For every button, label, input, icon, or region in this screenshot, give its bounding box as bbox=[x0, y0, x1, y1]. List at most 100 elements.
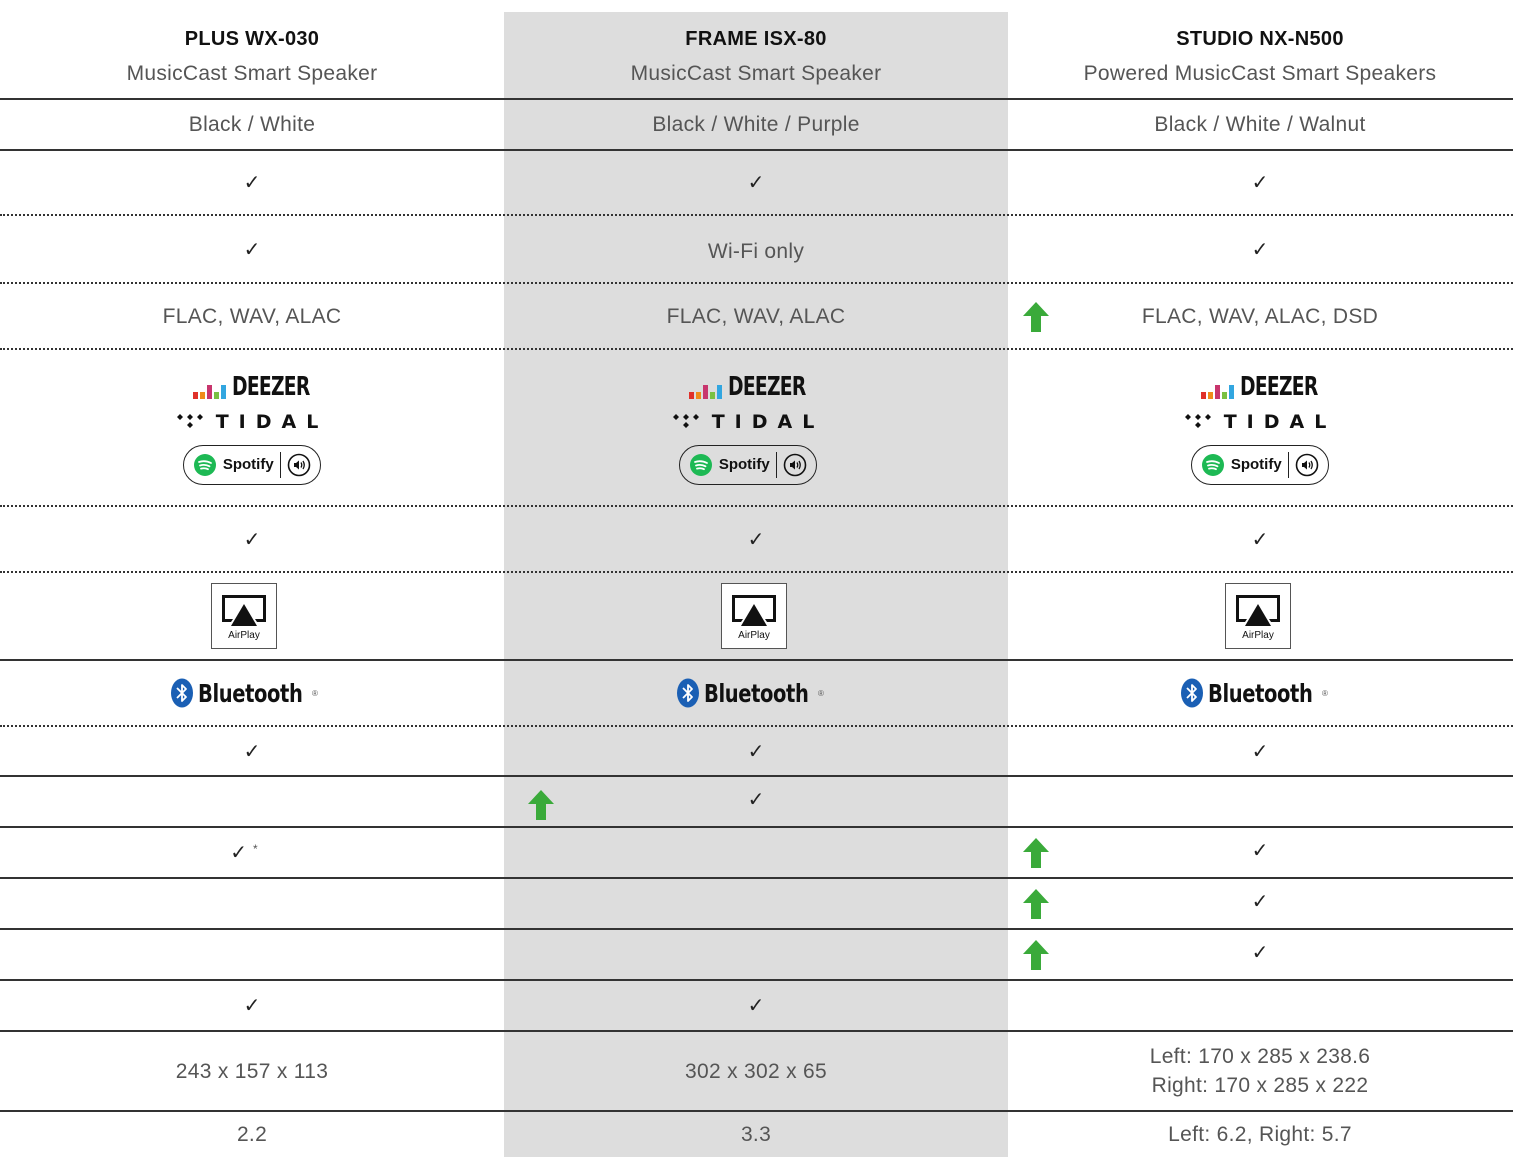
bt-check-cell: ✓ bbox=[0, 727, 504, 775]
tidal-wordmark: TIDAL bbox=[711, 410, 825, 433]
wifi-cell: ✓ bbox=[0, 216, 504, 282]
checkmark-icon: ✓ bbox=[1251, 740, 1269, 763]
bluetooth-logo: Bluetooth ® bbox=[676, 678, 824, 708]
weight-cell: 3.3 bbox=[504, 1112, 1008, 1157]
speaker-icon bbox=[783, 453, 807, 476]
tidal-wordmark: TIDAL bbox=[1223, 410, 1337, 433]
airplay-label: AirPlay bbox=[1242, 629, 1274, 641]
airplay-icon bbox=[1236, 594, 1280, 626]
spotify-wordmark: Spotify bbox=[718, 456, 770, 473]
model-subtitle: MusicCast Smart Speaker bbox=[630, 62, 882, 85]
deezer-bars-icon bbox=[688, 384, 722, 399]
formats-cell: FLAC, WAV, ALAC, DSD bbox=[1008, 284, 1512, 348]
badge-divider bbox=[775, 451, 778, 478]
airplay-label: AirPlay bbox=[228, 629, 260, 641]
checkmark-icon: ✓ bbox=[747, 995, 765, 1017]
bluetooth-wordmark: Bluetooth bbox=[1208, 678, 1313, 708]
network-cell: ✓ bbox=[1008, 151, 1512, 214]
tidal-logo: TIDAL bbox=[1184, 411, 1337, 433]
colors-value: Black / White / Purple bbox=[652, 113, 860, 136]
weight-cell: 2.2 bbox=[0, 1112, 504, 1157]
spotify-connect-badge: Spotify bbox=[1191, 444, 1329, 485]
tidal-diamond-icon bbox=[672, 413, 699, 428]
weight-value: 2.2 bbox=[236, 1123, 268, 1146]
dimensions-cell: 302 x 302 x 65 bbox=[504, 1032, 1008, 1110]
checkmark-icon: ✓ bbox=[747, 172, 765, 194]
model-subtitle: Powered MusicCast Smart Speakers bbox=[1083, 62, 1437, 85]
checkmark-icon: ✓ bbox=[243, 740, 261, 763]
bluetooth-wordmark: Bluetooth bbox=[198, 678, 303, 708]
deezer-wordmark: DEEZER bbox=[727, 371, 806, 402]
streaming-logos-cell: DEEZER TIDAL Spotify bbox=[1008, 350, 1512, 505]
streaming-logos-cell: DEEZER TIDAL Spotify bbox=[496, 350, 1000, 505]
model-subtitle: MusicCast Smart Speaker bbox=[126, 62, 378, 85]
deezer-wordmark: DEEZER bbox=[1239, 371, 1318, 402]
deezer-wordmark: DEEZER bbox=[231, 371, 310, 402]
deezer-bars-icon bbox=[1200, 384, 1234, 399]
airplay-cell: AirPlay bbox=[0, 573, 496, 659]
dimensions-cell: Left: 170 x 285 x 238.6 Right: 170 x 285… bbox=[1008, 1032, 1512, 1110]
tidal-wordmark: TIDAL bbox=[215, 410, 329, 433]
checkmark-icon: ✓ bbox=[1251, 172, 1269, 194]
airplay-logo: AirPlay bbox=[1225, 583, 1291, 649]
bluetooth-wordmark: Bluetooth bbox=[704, 678, 809, 708]
footnote-asterisk: * bbox=[253, 841, 258, 856]
product-header: FRAME ISX-80 MusicCast Smart Speaker bbox=[504, 18, 1008, 98]
deezer-logo: DEEZER bbox=[1200, 371, 1320, 402]
formats-value: FLAC, WAV, ALAC, DSD bbox=[1141, 304, 1379, 328]
spotify-connect-badge: Spotify bbox=[183, 444, 321, 485]
bluetooth-cell: Bluetooth ® bbox=[1002, 661, 1506, 725]
dimensions-value: 302 x 302 x 65 bbox=[685, 1059, 827, 1083]
speaker-icon bbox=[1295, 453, 1319, 476]
feature-cell: ✓ bbox=[504, 981, 1008, 1030]
colors-value: Black / White / Walnut bbox=[1154, 113, 1366, 136]
spotify-icon bbox=[689, 453, 712, 476]
colors-cell: Black / White / Walnut bbox=[1008, 100, 1512, 149]
checkmark-icon: ✓ bbox=[1251, 891, 1269, 913]
airplay-icon bbox=[222, 594, 266, 626]
bluetooth-icon bbox=[1181, 678, 1204, 708]
airplay-cell: AirPlay bbox=[502, 573, 1006, 659]
weight-cell: Left: 6.2, Right: 5.7 bbox=[1008, 1112, 1512, 1157]
spotify-icon bbox=[1201, 453, 1224, 476]
checkmark-icon: ✓ bbox=[243, 172, 261, 194]
tidal-diamond-icon bbox=[176, 413, 203, 428]
feature-cell bbox=[1008, 777, 1512, 826]
feature-cell bbox=[504, 828, 1008, 877]
formats-cell: FLAC, WAV, ALAC bbox=[0, 284, 504, 348]
airplay-label: AirPlay bbox=[738, 629, 770, 641]
wifi-cell: ✓ bbox=[1008, 216, 1512, 282]
bluetooth-icon bbox=[171, 678, 194, 708]
spotify-icon bbox=[193, 453, 216, 476]
feature-cell bbox=[0, 930, 504, 979]
dimensions-value: Right: 170 x 285 x 222 bbox=[1151, 1074, 1369, 1097]
dimensions-value: Left: 170 x 285 x 238.6 bbox=[1149, 1045, 1371, 1068]
checkmark-icon: ✓ bbox=[243, 528, 261, 551]
checkmark-icon: ✓ bbox=[1251, 942, 1269, 964]
upgrade-arrow-icon bbox=[528, 790, 554, 820]
formats-cell: FLAC, WAV, ALAC bbox=[504, 284, 1008, 348]
checkmark-icon: ✓ bbox=[747, 740, 765, 763]
checkmark-icon: ✓ bbox=[230, 842, 248, 864]
bluetooth-cell: Bluetooth ® bbox=[0, 661, 496, 725]
airplay-logo: AirPlay bbox=[721, 583, 787, 649]
feature-cell: ✓ bbox=[0, 981, 504, 1030]
streaming-logos-cell: DEEZER TIDAL Spotify bbox=[0, 350, 504, 505]
bluetooth-logo: Bluetooth ® bbox=[1180, 678, 1328, 708]
tidal-diamond-icon bbox=[1184, 413, 1211, 428]
product-header: PLUS WX-030 MusicCast Smart Speaker bbox=[0, 18, 504, 98]
feature-cell bbox=[504, 879, 1008, 928]
registered-mark: ® bbox=[1322, 688, 1328, 698]
feature-cell bbox=[0, 777, 504, 826]
checkmark-icon: ✓ bbox=[747, 788, 765, 811]
checkmark-icon: ✓ bbox=[1251, 840, 1269, 862]
checkmark-icon: ✓ bbox=[747, 528, 765, 551]
registered-mark: ® bbox=[818, 688, 824, 698]
registered-mark: ® bbox=[312, 688, 318, 698]
weight-value: Left: 6.2, Right: 5.7 bbox=[1168, 1123, 1352, 1146]
colors-cell: Black / White bbox=[0, 100, 504, 149]
feature-cell: ✓ bbox=[1008, 930, 1512, 975]
airplay-logo: AirPlay bbox=[211, 583, 277, 649]
feature-cell bbox=[504, 930, 1008, 979]
feature-cell bbox=[1008, 981, 1512, 1030]
